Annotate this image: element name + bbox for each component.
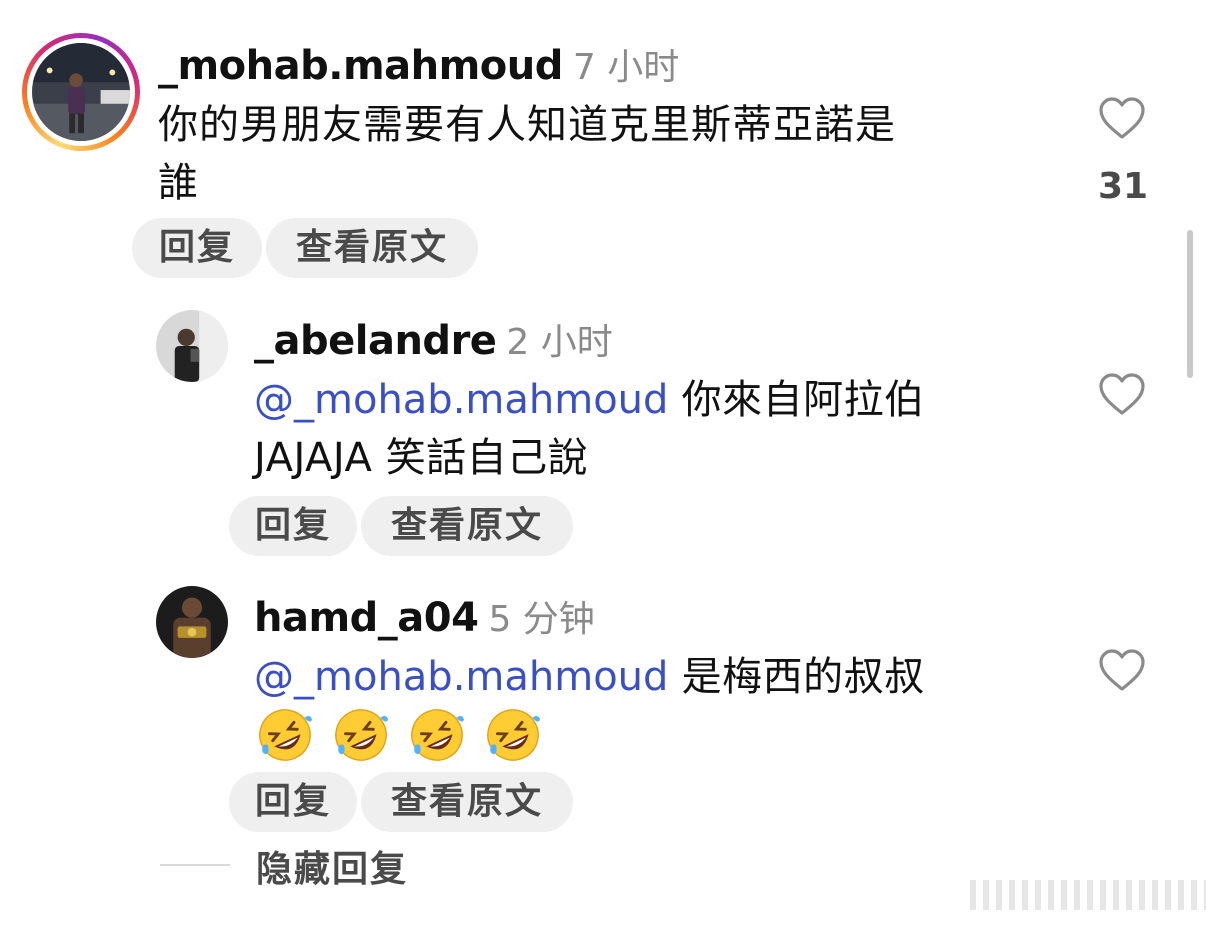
avatar-mohab-story-ring[interactable] [22, 33, 140, 151]
comment-body: @_mohab.mahmoud 是梅西的叔叔 [254, 648, 1054, 706]
comment-time: 7 小时 [572, 47, 680, 88]
avatar-hamd[interactable] [156, 586, 228, 658]
mention-link[interactable]: @_mohab.mahmoud [254, 377, 668, 423]
comment-time: 5 分钟 [488, 599, 595, 640]
like-heart-icon[interactable] [1098, 96, 1146, 140]
view-original-button[interactable]: 查看原文 [266, 218, 478, 278]
comment-text-line: 誰 [158, 160, 199, 206]
avatar-mohab [32, 43, 130, 141]
comments-thread: _mohab.mahmoud 7 小时 你的男朋友需要有人知道克里斯蒂亞諾是 誰 … [0, 0, 1206, 926]
comment-username[interactable]: _mohab.mahmoud 7 小时 [158, 38, 679, 90]
like-heart-icon[interactable] [1098, 372, 1146, 416]
comment-text-line: JAJAJA 笑話自己說 [254, 435, 589, 481]
username-text[interactable]: _mohab.mahmoud [158, 43, 563, 89]
like-heart-icon[interactable] [1098, 648, 1146, 692]
rolling-on-floor-laughing-icon [256, 706, 314, 764]
rolling-on-floor-laughing-icon [408, 706, 466, 764]
view-original-button[interactable]: 查看原文 [361, 496, 573, 556]
watermark-stripes [970, 880, 1206, 910]
username-text[interactable]: _abelandre [254, 318, 497, 364]
avatar-abelandre[interactable] [156, 310, 228, 382]
like-count: 31 [1098, 166, 1149, 207]
comment-body: @_mohab.mahmoud 你來自阿拉伯 JAJAJA 笑話自己說 [254, 371, 1054, 487]
comment-body: 你的男朋友需要有人知道克里斯蒂亞諾是 誰 [158, 96, 1058, 212]
comment-text-line: 是梅西的叔叔 [681, 654, 925, 700]
comment-text-line: 你來自阿拉伯 [681, 377, 925, 423]
reply-button[interactable]: 回复 [132, 218, 262, 278]
rolling-on-floor-laughing-icon [332, 706, 390, 764]
scrollbar[interactable] [1187, 230, 1193, 378]
comment-username[interactable]: hamd_a04 5 分钟 [254, 590, 595, 642]
comment-time: 2 小时 [506, 322, 613, 363]
comment-username[interactable]: _abelandre 2 小时 [254, 313, 613, 365]
mention-link[interactable]: @_mohab.mahmoud [254, 654, 668, 700]
view-original-button[interactable]: 查看原文 [361, 772, 573, 832]
hide-replies-divider [160, 864, 230, 866]
reply-button[interactable]: 回复 [229, 496, 357, 556]
username-text[interactable]: hamd_a04 [254, 595, 479, 641]
hide-replies-button[interactable]: 隐藏回复 [256, 840, 408, 892]
reply-button[interactable]: 回复 [229, 772, 357, 832]
emoji-row [256, 706, 542, 764]
rolling-on-floor-laughing-icon [484, 706, 542, 764]
comment-text-line: 你的男朋友需要有人知道克里斯蒂亞諾是 [158, 102, 896, 148]
